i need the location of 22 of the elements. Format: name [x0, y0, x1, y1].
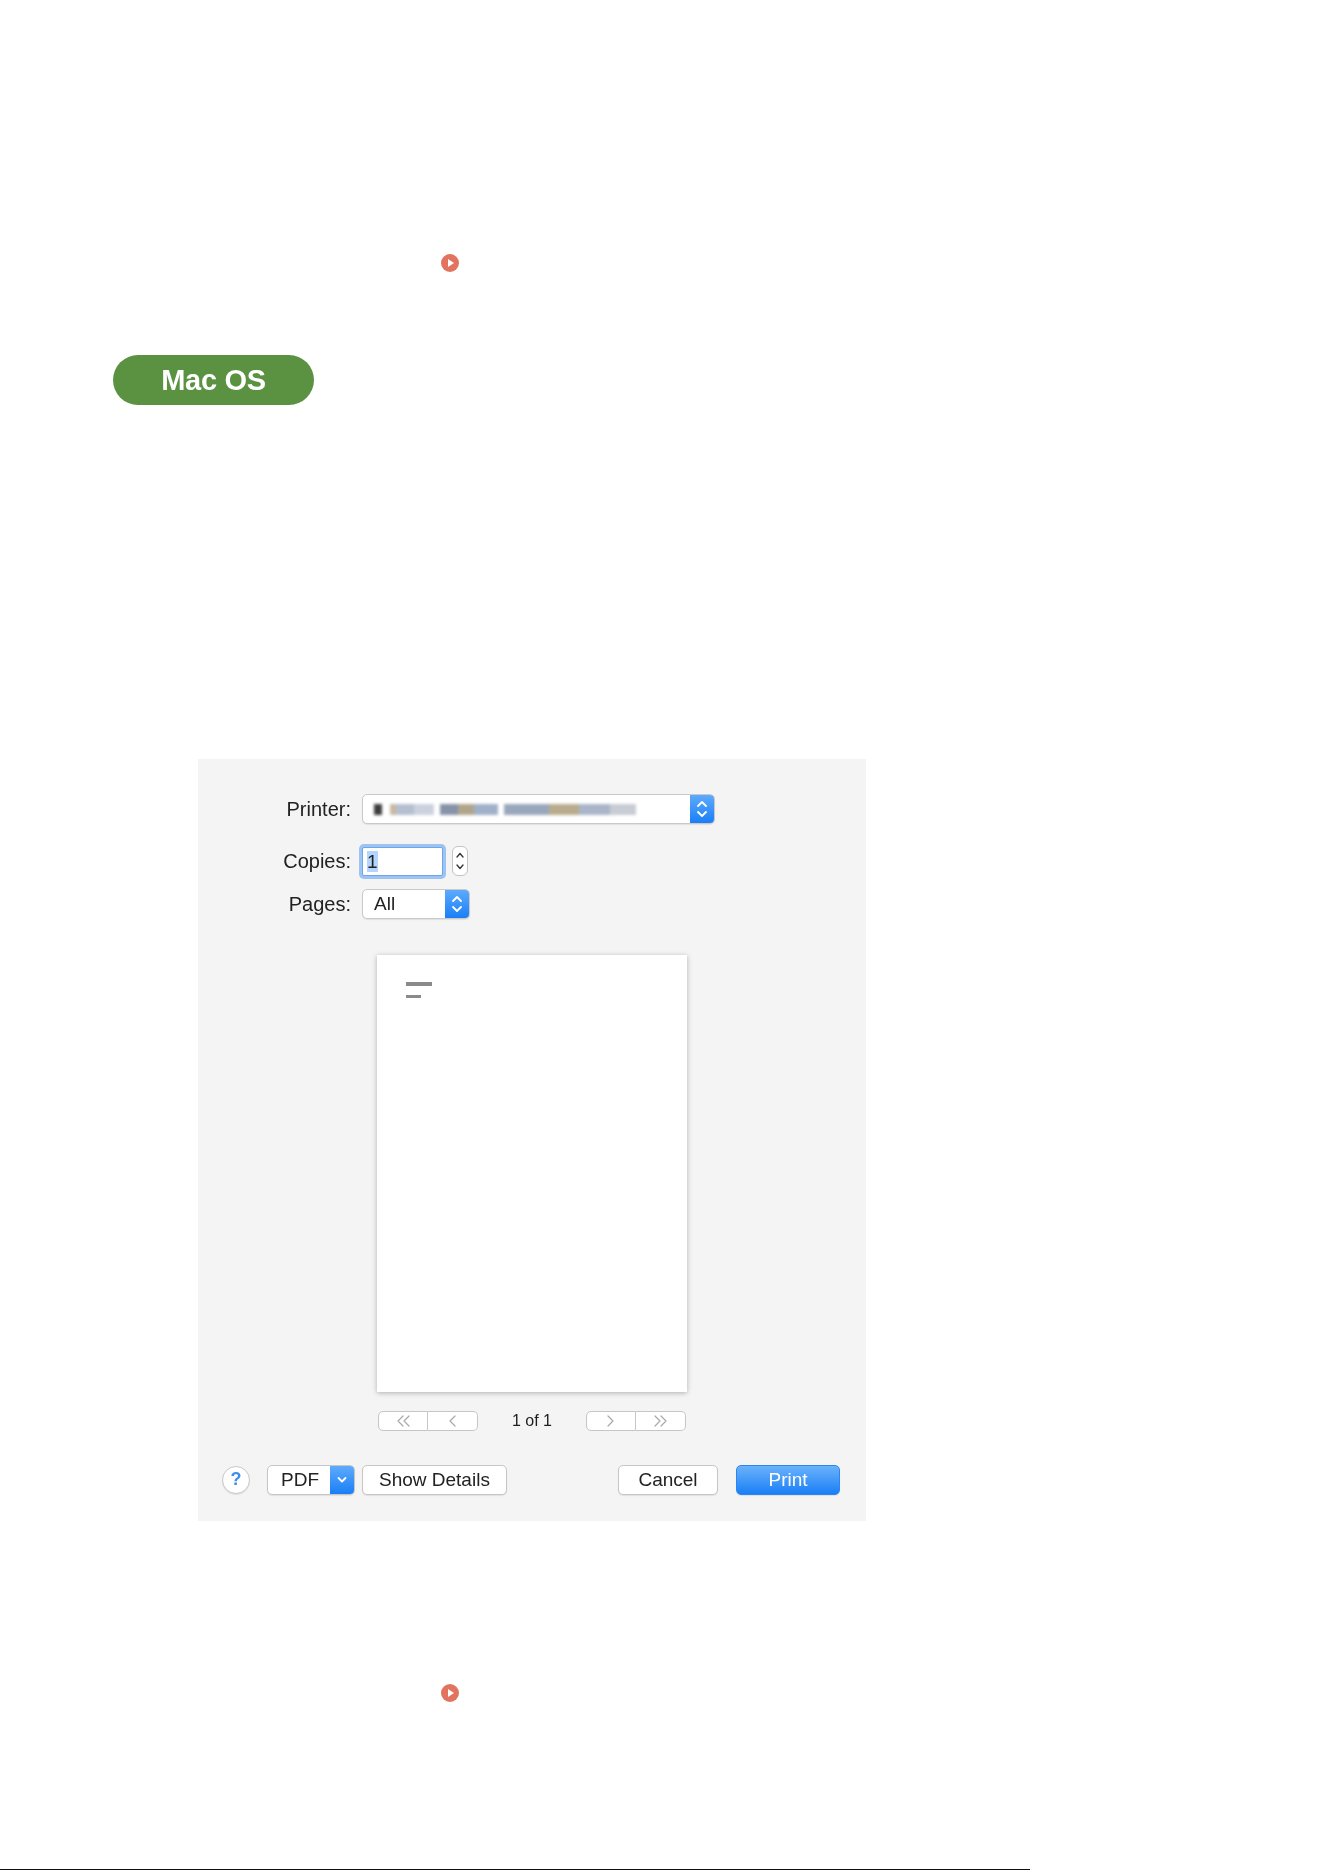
pages-popup[interactable]: All	[362, 889, 470, 919]
down-chevron-icon	[330, 1465, 354, 1494]
up-down-chevron-icon	[445, 890, 469, 918]
page-indicator: 1 of 1	[512, 1412, 552, 1430]
pdf-menu-button[interactable]: PDF	[267, 1464, 355, 1495]
double-chevron-right-icon	[653, 1415, 668, 1427]
play-circle-icon	[441, 1684, 459, 1702]
up-down-chevron-icon	[690, 795, 714, 823]
printer-popup[interactable]	[362, 794, 715, 824]
copies-stepper[interactable]	[452, 846, 468, 876]
os-badge: Mac OS	[113, 355, 314, 405]
chevron-left-icon	[448, 1415, 457, 1427]
show-details-button[interactable]: Show Details	[362, 1464, 507, 1495]
copies-field[interactable]: 1	[362, 846, 443, 876]
up-down-chevron-icon	[455, 851, 465, 871]
double-chevron-left-icon	[396, 1415, 410, 1427]
play-circle-icon	[441, 254, 459, 272]
cancel-button[interactable]: Cancel	[618, 1464, 718, 1495]
copies-label: Copies:	[282, 849, 351, 873]
chevron-right-icon	[607, 1415, 615, 1427]
printer-label: Printer:	[285, 797, 351, 821]
pages-label: Pages:	[287, 892, 351, 916]
